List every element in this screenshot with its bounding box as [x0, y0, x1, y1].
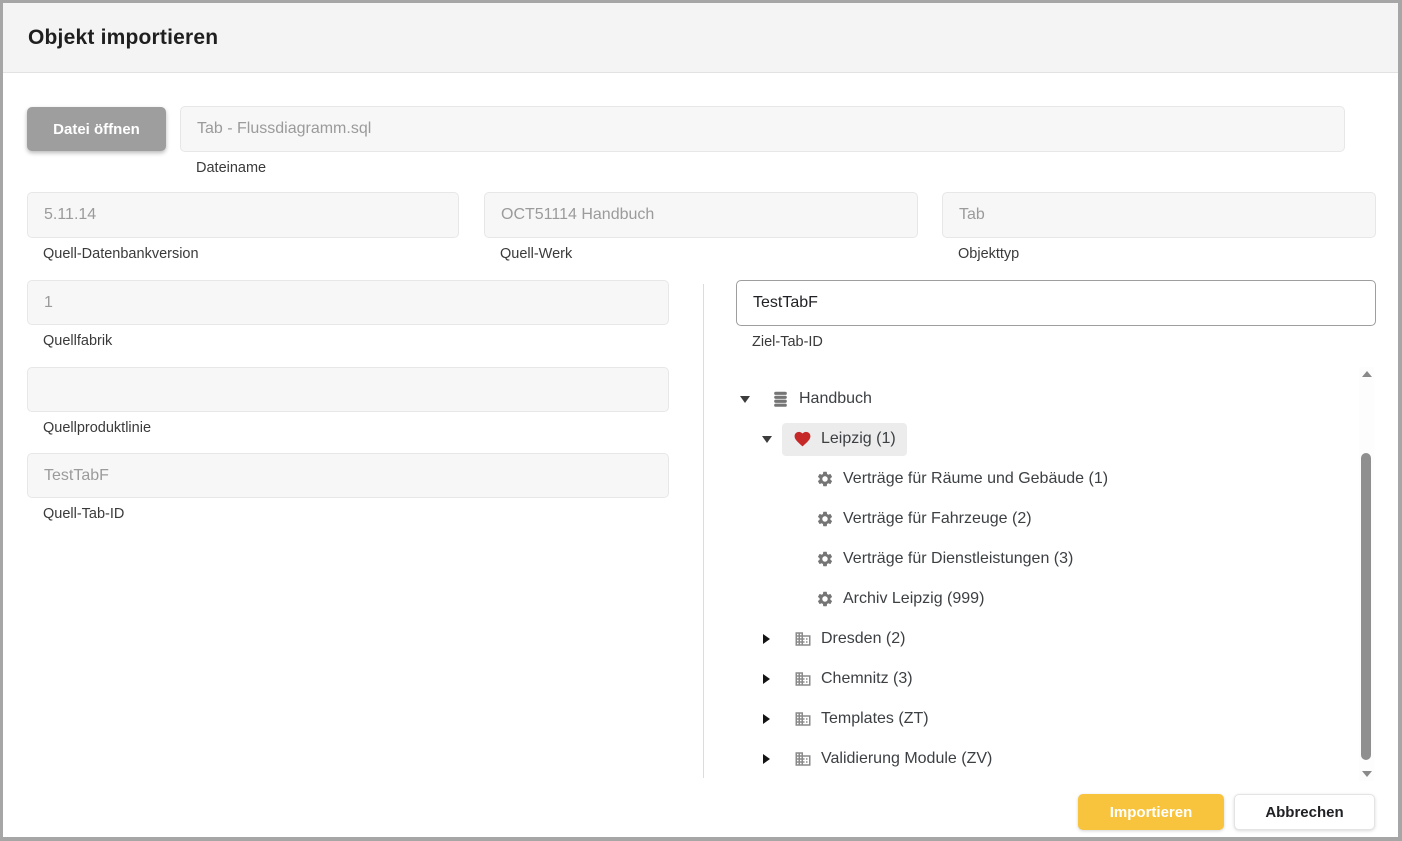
expand-arrow-icon[interactable] — [758, 707, 782, 731]
source-product-line-label: Quellproduktlinie — [43, 420, 151, 436]
filename-input[interactable] — [180, 106, 1345, 152]
tree-item-content[interactable]: Handbuch — [760, 383, 883, 416]
target-tab-id-field-group: Ziel-Tab-ID — [736, 280, 1376, 326]
target-location-tree: Handbuch Leipzig (1) Verträge für Räume un… — [736, 379, 1354, 779]
object-type-input[interactable] — [942, 192, 1376, 238]
source-plant-input[interactable] — [484, 192, 918, 238]
tree-item[interactable]: Verträge für Räume und Gebäude (1) — [736, 459, 1354, 499]
object-type-field-group: Objekttyp — [942, 192, 1376, 238]
tree-item-label: Verträge für Fahrzeuge (2) — [843, 510, 1032, 528]
source-factory-input[interactable] — [27, 280, 669, 325]
source-plant-label: Quell-Werk — [500, 246, 572, 262]
tree-item-content[interactable]: Archiv Leipzig (999) — [804, 583, 995, 616]
tree-item-label: Templates (ZT) — [821, 710, 929, 728]
target-tab-id-input[interactable] — [736, 280, 1376, 326]
tree-item[interactable]: Validierung Module (ZV) — [736, 739, 1354, 779]
tree-item-content[interactable]: Verträge für Dienstleistungen (3) — [804, 543, 1084, 576]
open-file-button[interactable]: Datei öffnen — [27, 107, 166, 151]
tree-item-content[interactable]: Verträge für Fahrzeuge (2) — [804, 503, 1043, 536]
database-icon — [771, 390, 790, 409]
expand-arrow-icon[interactable] — [758, 627, 782, 651]
expand-arrow-icon[interactable] — [758, 747, 782, 771]
gear-icon — [815, 590, 834, 609]
gear-icon — [815, 550, 834, 569]
tree-item[interactable]: Templates (ZT) — [736, 699, 1354, 739]
tree-item-content[interactable]: Verträge für Räume und Gebäude (1) — [804, 463, 1119, 496]
tree-item-label: Archiv Leipzig (999) — [843, 590, 984, 608]
tree-item-label: Handbuch — [799, 390, 872, 408]
page-title: Objekt importieren — [28, 26, 218, 50]
tree-item[interactable]: Archiv Leipzig (999) — [736, 579, 1354, 619]
source-product-line-input[interactable] — [27, 367, 669, 412]
building-icon — [793, 670, 812, 689]
source-tab-id-field-group: Quell-Tab-ID — [27, 453, 669, 498]
tree-scrollbar[interactable] — [1359, 367, 1374, 781]
tree-item-label: Leipzig (1) — [821, 430, 896, 448]
tree-item-label: Dresden (2) — [821, 630, 905, 648]
tree-item[interactable]: Verträge für Dienstleistungen (3) — [736, 539, 1354, 579]
expander-spacer — [780, 547, 804, 571]
source-product-line-field-group: Quellproduktlinie — [27, 367, 669, 412]
tree-item-label: Verträge für Räume und Gebäude (1) — [843, 470, 1108, 488]
tree-item-content[interactable]: Templates (ZT) — [782, 703, 940, 736]
tree-item-label: Validierung Module (ZV) — [821, 750, 992, 768]
dialog-header: Objekt importieren — [3, 3, 1398, 73]
source-factory-label: Quellfabrik — [43, 333, 112, 349]
scrollbar-thumb[interactable] — [1361, 453, 1371, 760]
collapse-arrow-icon[interactable] — [736, 387, 760, 411]
expander-spacer — [780, 587, 804, 611]
source-db-version-input[interactable] — [27, 192, 459, 238]
filename-field-group: Dateiname — [180, 106, 1345, 152]
filename-label: Dateiname — [196, 160, 266, 176]
tree-item-label: Verträge für Dienstleistungen (3) — [843, 550, 1073, 568]
gear-icon — [815, 470, 834, 489]
building-icon — [793, 630, 812, 649]
scroll-up-icon[interactable] — [1359, 367, 1374, 381]
tree-item[interactable]: Handbuch — [736, 379, 1354, 419]
cancel-button[interactable]: Abbrechen — [1234, 794, 1375, 830]
tree-item-content[interactable]: Validierung Module (ZV) — [782, 743, 1003, 776]
import-button[interactable]: Importieren — [1078, 794, 1224, 830]
tree-item[interactable]: Dresden (2) — [736, 619, 1354, 659]
tree-item[interactable]: Verträge für Fahrzeuge (2) — [736, 499, 1354, 539]
expander-spacer — [780, 507, 804, 531]
source-plant-field-group: Quell-Werk — [484, 192, 918, 238]
tree-item-content[interactable]: Dresden (2) — [782, 623, 916, 656]
tree-item-content[interactable]: Chemnitz (3) — [782, 663, 924, 696]
tree-item-content-selected[interactable]: Leipzig (1) — [782, 423, 907, 456]
vertical-divider — [703, 284, 704, 778]
expand-arrow-icon[interactable] — [758, 667, 782, 691]
building-icon — [793, 750, 812, 769]
source-tab-id-input[interactable] — [27, 453, 669, 498]
import-object-dialog: Objekt importieren Datei öffnen Dateinam… — [0, 0, 1402, 841]
tree-item[interactable]: Chemnitz (3) — [736, 659, 1354, 699]
gear-icon — [815, 510, 834, 529]
tree-item[interactable]: Leipzig (1) — [736, 419, 1354, 459]
source-db-version-label: Quell-Datenbankversion — [43, 246, 199, 262]
object-type-label: Objekttyp — [958, 246, 1019, 262]
target-tab-id-label: Ziel-Tab-ID — [752, 334, 823, 350]
source-db-version-field-group: Quell-Datenbankversion — [27, 192, 459, 238]
source-factory-field-group: Quellfabrik — [27, 280, 669, 325]
collapse-arrow-icon[interactable] — [758, 427, 782, 451]
heart-icon — [793, 430, 812, 449]
tree-item-label: Chemnitz (3) — [821, 670, 913, 688]
expander-spacer — [780, 467, 804, 491]
building-icon — [793, 710, 812, 729]
source-tab-id-label: Quell-Tab-ID — [43, 506, 124, 522]
scroll-down-icon[interactable] — [1359, 767, 1374, 781]
